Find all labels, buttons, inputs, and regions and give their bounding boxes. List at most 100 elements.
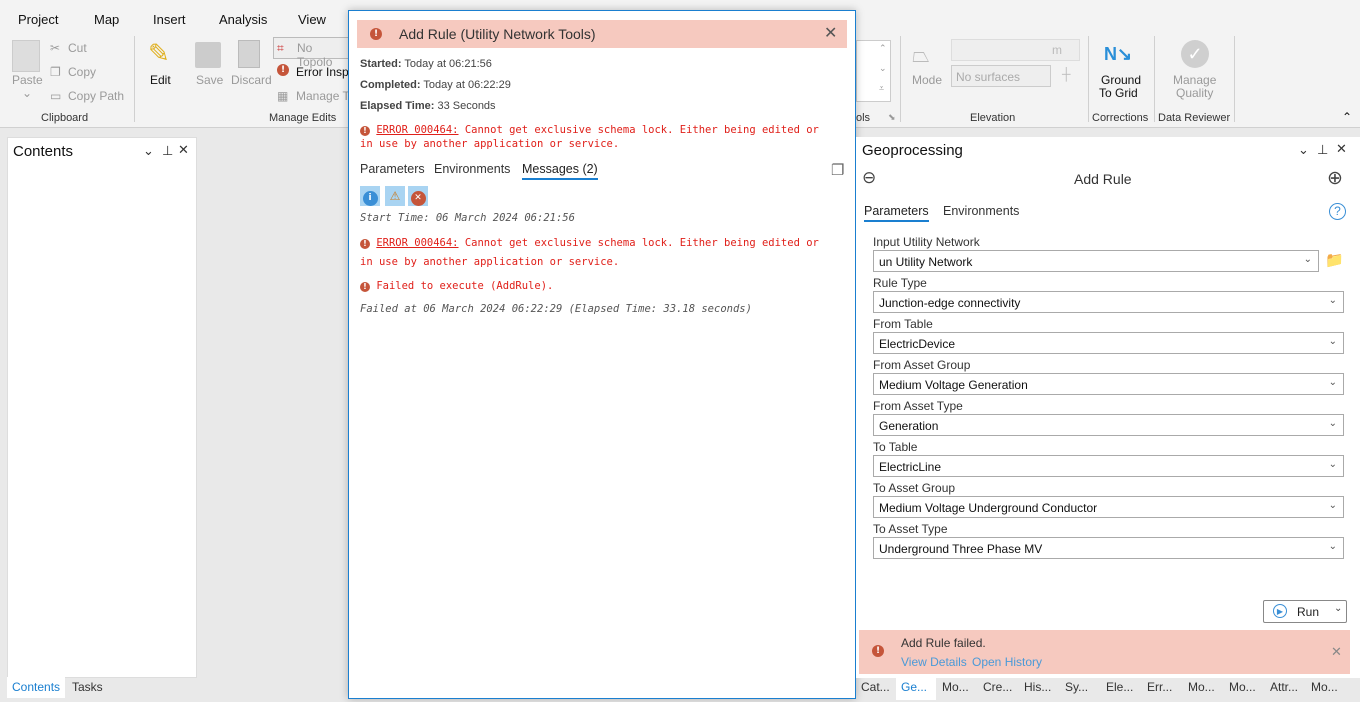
to-table-select[interactable]: ElectricLine ⌄ bbox=[873, 455, 1344, 477]
tab-parameters[interactable]: Parameters bbox=[864, 204, 929, 222]
bottom-tab[interactable]: Err... bbox=[1147, 680, 1172, 694]
to-asset-group-select[interactable]: Medium Voltage Underground Conductor ⌄ bbox=[873, 496, 1344, 518]
input-utility-network-select[interactable]: un Utility Network ⌄ bbox=[873, 250, 1319, 272]
tab-parameters[interactable]: Parameters bbox=[360, 162, 425, 176]
notification-text: Add Rule failed. bbox=[901, 636, 986, 650]
chevron-up-icon[interactable]: ⌃ bbox=[879, 43, 887, 54]
error-inspector-button[interactable]: Error Inspe bbox=[296, 65, 355, 79]
field-value: Medium Voltage Generation bbox=[879, 378, 1028, 392]
z-tool-icon[interactable]: ┼ bbox=[1062, 67, 1071, 81]
tab-environments[interactable]: Environments bbox=[943, 204, 1019, 218]
surfaces-select[interactable]: No surfaces bbox=[951, 65, 1051, 87]
filter-info-button[interactable]: i bbox=[360, 186, 380, 206]
pane-menu-chevron-icon[interactable]: ⌄ bbox=[143, 143, 154, 159]
bottom-tab[interactable]: Attr... bbox=[1270, 680, 1298, 694]
units-select[interactable]: m bbox=[1052, 43, 1062, 57]
open-history-link[interactable]: Open History bbox=[972, 655, 1042, 669]
message-start-time: Start Time: 06 March 2024 06:21:56 bbox=[360, 212, 575, 224]
elevation-mode-icon: ⏢ bbox=[912, 42, 930, 67]
close-icon[interactable]: ✕ bbox=[824, 23, 837, 43]
tab-tasks[interactable]: Tasks bbox=[72, 680, 103, 694]
tab-project[interactable]: Project bbox=[18, 12, 58, 27]
tab-geoprocessing-label: Ge... bbox=[901, 680, 928, 694]
group-clipboard: Clipboard bbox=[41, 112, 89, 124]
bottom-tab[interactable]: Mo... bbox=[1311, 680, 1338, 694]
filter-warning-button[interactable]: ⚠ bbox=[385, 186, 405, 206]
error-code-link[interactable]: ERROR 000464: bbox=[376, 124, 458, 136]
copy-button[interactable]: Copy bbox=[68, 65, 96, 79]
gallery-scroll[interactable]: ⌃ ⌄ ⩡ bbox=[856, 40, 891, 102]
tab-map[interactable]: Map bbox=[94, 12, 119, 27]
chevron-down-icon[interactable]: ⌄ bbox=[879, 63, 887, 74]
help-icon[interactable]: ? bbox=[1329, 203, 1346, 220]
manage-button[interactable]: Manage T bbox=[296, 89, 350, 103]
filter-error-button[interactable]: ✕ bbox=[408, 186, 428, 206]
from-asset-type-select[interactable]: Generation ⌄ bbox=[873, 414, 1344, 436]
tab-geoprocessing[interactable]: Ge... bbox=[896, 676, 936, 700]
browse-folder-icon[interactable]: 📁 bbox=[1325, 251, 1344, 269]
pin-icon[interactable]: ⊥ bbox=[162, 143, 173, 159]
field-label-from-table: From Table bbox=[873, 317, 933, 331]
discard-button[interactable]: Discard bbox=[231, 73, 272, 87]
tab-contents-label: Contents bbox=[12, 680, 61, 694]
dismiss-icon[interactable]: ✕ bbox=[1331, 644, 1342, 660]
save-icon bbox=[195, 42, 221, 68]
add-icon[interactable]: ⊕ bbox=[1327, 167, 1343, 190]
mode-button[interactable]: Mode bbox=[912, 73, 942, 87]
from-table-select[interactable]: ElectricDevice ⌄ bbox=[873, 332, 1344, 354]
paste-button[interactable]: Paste bbox=[12, 73, 43, 87]
divider bbox=[1154, 36, 1155, 122]
elapsed-value: 33 Seconds bbox=[437, 100, 496, 112]
dialog-launcher-icon[interactable]: ⬊ bbox=[888, 112, 896, 123]
paste-chevron-icon[interactable]: ⌄ bbox=[22, 86, 32, 100]
copy-path-button[interactable]: Copy Path bbox=[68, 89, 124, 103]
back-icon[interactable]: ⊖ bbox=[862, 168, 876, 188]
message-error-code-link[interactable]: ERROR 000464: bbox=[376, 237, 458, 249]
chevron-down-icon: ⌄ bbox=[1328, 377, 1337, 388]
ground-to-grid-button-line2[interactable]: To Grid bbox=[1099, 86, 1138, 100]
edit-button[interactable]: Edit bbox=[150, 73, 171, 87]
ground-to-grid-button[interactable]: Ground bbox=[1101, 73, 1141, 87]
tab-contents[interactable]: Contents bbox=[7, 677, 65, 698]
bottom-tab[interactable]: His... bbox=[1024, 680, 1051, 694]
bottom-tab[interactable]: Ele... bbox=[1106, 680, 1133, 694]
started-value: Today at 06:21:56 bbox=[404, 58, 492, 70]
elevation-input[interactable]: m bbox=[951, 39, 1080, 61]
from-asset-group-select[interactable]: Medium Voltage Generation ⌄ bbox=[873, 373, 1344, 395]
rule-type-select[interactable]: Junction-edge connectivity ⌄ bbox=[873, 291, 1344, 313]
tab-environments[interactable]: Environments bbox=[434, 162, 510, 176]
chevron-down-icon: ⌄ bbox=[1328, 295, 1337, 306]
copy-messages-icon[interactable]: ❐ bbox=[831, 161, 844, 179]
bottom-tab[interactable]: Mo... bbox=[1188, 680, 1215, 694]
divider bbox=[1088, 36, 1089, 122]
tab-analysis[interactable]: Analysis bbox=[219, 12, 267, 27]
manage-quality-button-line2[interactable]: Quality bbox=[1176, 86, 1213, 100]
expand-gallery-icon[interactable]: ⩡ bbox=[879, 83, 884, 94]
bottom-tab[interactable]: Mo... bbox=[942, 680, 969, 694]
topology-dropdown[interactable]: ⌗ No Topolo bbox=[273, 37, 351, 69]
collapse-ribbon-icon[interactable]: ⌃ bbox=[1342, 110, 1352, 124]
field-value: ElectricDevice bbox=[879, 337, 956, 351]
close-icon[interactable]: ✕ bbox=[178, 142, 189, 158]
manage-quality-button[interactable]: Manage bbox=[1173, 73, 1216, 87]
field-label-to-asset-group: To Asset Group bbox=[873, 481, 956, 495]
bottom-tab[interactable]: Sy... bbox=[1065, 680, 1088, 694]
copy-path-icon: ▭ bbox=[50, 89, 62, 103]
tab-view[interactable]: View bbox=[298, 12, 326, 27]
bottom-tab[interactable]: Cre... bbox=[983, 680, 1012, 694]
bottom-tab[interactable]: Mo... bbox=[1229, 680, 1256, 694]
close-icon[interactable]: ✕ bbox=[1336, 141, 1347, 157]
field-value: un Utility Network bbox=[879, 255, 973, 269]
run-options-chevron-icon[interactable]: ⌄ bbox=[1334, 603, 1342, 614]
save-button[interactable]: Save bbox=[196, 73, 223, 87]
tab-messages[interactable]: Messages (2) bbox=[522, 162, 598, 180]
to-asset-type-select[interactable]: Underground Three Phase MV ⌄ bbox=[873, 537, 1344, 559]
view-details-link[interactable]: View Details bbox=[901, 655, 967, 669]
field-value: Generation bbox=[879, 419, 939, 433]
run-button[interactable]: ▶ Run ⌄ bbox=[1263, 600, 1347, 623]
cut-button[interactable]: Cut bbox=[68, 41, 87, 55]
pin-icon[interactable]: ⊥ bbox=[1317, 142, 1328, 158]
tab-catalog[interactable]: Cat... bbox=[861, 680, 890, 694]
tab-insert[interactable]: Insert bbox=[153, 12, 186, 27]
pane-menu-chevron-icon[interactable]: ⌄ bbox=[1298, 142, 1309, 158]
